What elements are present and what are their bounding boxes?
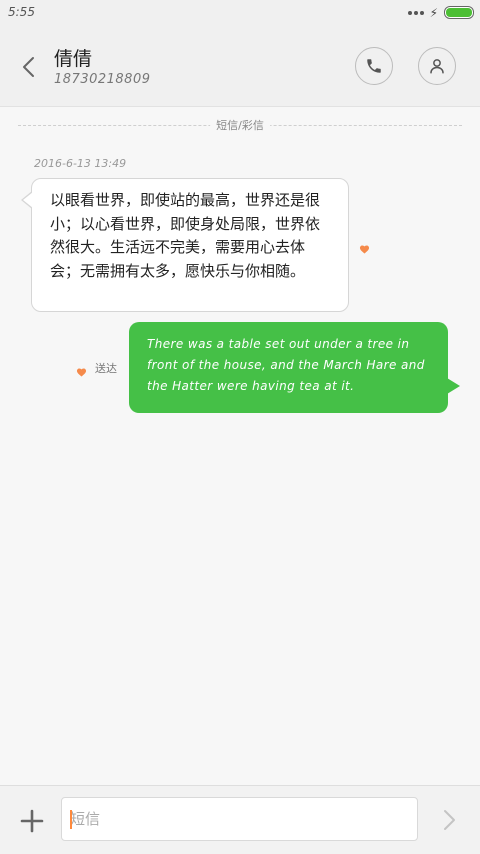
notification-dots-icon xyxy=(407,10,424,15)
chevron-right-icon xyxy=(444,810,455,830)
charging-icon: ⚡ xyxy=(429,5,438,20)
conversation-header: 倩倩 18730218809 xyxy=(0,26,480,107)
incoming-message-bubble[interactable]: 以眼看世界，即使站的最高，世界还是很小；以心看世界，即使身处局限，世界依然很大。… xyxy=(21,178,349,312)
bubble-tail xyxy=(447,378,460,394)
message-input[interactable] xyxy=(61,797,418,841)
call-button[interactable] xyxy=(355,47,393,85)
contact-number: 18730218809 xyxy=(54,72,151,87)
favorite-marker xyxy=(76,362,87,381)
outgoing-message-bubble[interactable]: There was a table set out under a tree i… xyxy=(129,322,460,413)
heart-icon xyxy=(76,368,87,377)
status-bar: 5:55 ⚡ xyxy=(0,0,480,26)
favorite-marker xyxy=(359,239,370,258)
text-cursor xyxy=(70,810,72,829)
contact-name: 倩倩 xyxy=(54,48,93,70)
add-attachment-button[interactable] xyxy=(19,808,45,834)
back-button[interactable] xyxy=(16,54,42,80)
battery-fill xyxy=(446,8,472,17)
delivery-status: 送达 xyxy=(95,362,117,375)
person-icon xyxy=(430,59,444,74)
status-time: 5:55 xyxy=(8,5,35,19)
message-timestamp: 2016-6-13 13:49 xyxy=(34,157,127,170)
phone-icon xyxy=(367,59,381,73)
channel-label: 短信/彩信 xyxy=(210,117,270,133)
bubble-tail xyxy=(21,191,33,209)
outgoing-message-text: There was a table set out under a tree i… xyxy=(147,337,425,393)
status-icons: ⚡ xyxy=(407,5,474,20)
message-composer xyxy=(0,785,480,854)
chevron-left-icon xyxy=(23,57,34,77)
heart-icon xyxy=(359,245,370,254)
send-button[interactable] xyxy=(437,808,461,832)
battery-icon xyxy=(444,6,474,19)
incoming-message-text: 以眼看世界，即使站的最高，世界还是很小；以心看世界，即使身处局限，世界依然很大。… xyxy=(50,191,321,280)
plus-icon xyxy=(20,809,44,833)
contact-details-button[interactable] xyxy=(418,47,456,85)
